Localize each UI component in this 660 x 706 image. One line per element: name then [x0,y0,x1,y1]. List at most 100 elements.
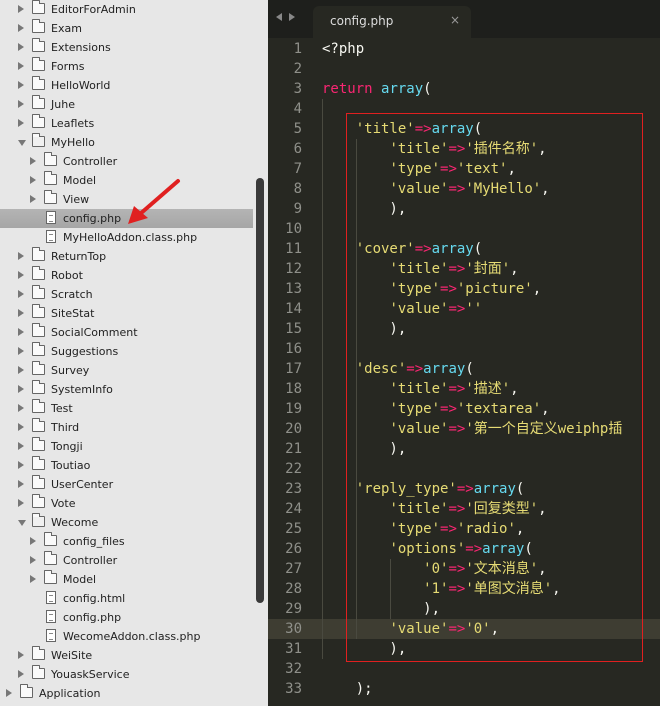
disclosure-closed-icon[interactable] [18,366,24,374]
disclosure-closed-icon[interactable] [18,651,24,659]
tree-folder-item[interactable]: Leaflets [0,114,253,133]
code-line[interactable]: 'type'=>'picture', [322,279,541,299]
tree-folder-item[interactable]: Vote [0,494,253,513]
tree-folder-item[interactable]: Suggestions [0,342,253,361]
disclosure-closed-icon[interactable] [18,328,24,336]
disclosure-closed-icon[interactable] [18,62,24,70]
tree-folder-item[interactable]: Scratch [0,285,253,304]
tree-folder-item[interactable]: SiteStat [0,304,253,323]
tree-folder-item[interactable]: ReturnTop [0,247,253,266]
code-line[interactable]: 'type'=>'radio', [322,519,524,539]
disclosure-closed-icon[interactable] [18,290,24,298]
tree-folder-item[interactable]: Toutiao [0,456,253,475]
tab-nav-right-icon[interactable] [289,13,295,21]
code-line[interactable]: 'title'=>'回复类型', [322,499,546,519]
tree-folder-item[interactable]: Wecome [0,513,253,532]
code-line[interactable]: '1'=>'单图文消息', [322,579,560,599]
tree-folder-item[interactable]: SocialComment [0,323,253,342]
disclosure-closed-icon[interactable] [30,556,36,564]
disclosure-closed-icon[interactable] [18,442,24,450]
tree-folder-item[interactable]: MyHello [0,133,253,152]
disclosure-closed-icon[interactable] [30,195,36,203]
disclosure-closed-icon[interactable] [18,271,24,279]
code-line[interactable]: 'title'=>'封面', [322,259,518,279]
tab-config-php[interactable]: config.php × [313,6,471,38]
disclosure-closed-icon[interactable] [18,81,24,89]
tree-folder-item[interactable]: Robot [0,266,253,285]
tree-folder-item[interactable]: HelloWorld [0,76,253,95]
code-line[interactable]: 'title'=>'插件名称', [322,139,546,159]
disclosure-open-icon[interactable] [18,140,26,146]
code-line[interactable]: 'reply_type'=>array( [322,479,525,499]
disclosure-closed-icon[interactable] [18,480,24,488]
disclosure-closed-icon[interactable] [30,575,36,583]
tree-folder-item[interactable]: EditorForAdmin [0,0,253,19]
code-line[interactable]: ), [322,199,406,219]
tree-folder-item[interactable]: YouaskService [0,665,253,684]
code-line[interactable]: 'value'=>'0', [322,619,499,639]
sidebar-scrollbar-thumb[interactable] [256,178,264,603]
code-line[interactable]: return array( [322,79,432,99]
tree-folder-item[interactable]: Exam [0,19,253,38]
code-line[interactable]: 'value'=>'第一个自定义weiphp插 [322,419,622,439]
tree-folder-item[interactable]: Controller [0,551,253,570]
disclosure-closed-icon[interactable] [18,347,24,355]
disclosure-closed-icon[interactable] [18,43,24,51]
tree-folder-item[interactable]: Juhe [0,95,253,114]
code-line[interactable]: 'desc'=>array( [322,359,474,379]
disclosure-closed-icon[interactable] [18,100,24,108]
disclosure-closed-icon[interactable] [30,157,36,165]
disclosure-closed-icon[interactable] [18,461,24,469]
code-line[interactable]: ), [322,439,406,459]
tree-item-label: config.html [63,592,126,605]
code-line[interactable]: 'type'=>'text', [322,159,515,179]
tree-file-item[interactable]: config.html [0,589,253,608]
disclosure-closed-icon[interactable] [18,499,24,507]
code-line[interactable]: 'value'=>'MyHello', [322,179,549,199]
disclosure-closed-icon[interactable] [18,309,24,317]
tree-folder-item[interactable]: Controller [0,152,253,171]
tree-file-item[interactable]: WecomeAddon.class.php [0,627,253,646]
code-line[interactable]: ), [322,599,440,619]
tree-folder-item[interactable]: Test [0,399,253,418]
disclosure-closed-icon[interactable] [18,385,24,393]
disclosure-closed-icon[interactable] [18,119,24,127]
tree-folder-item[interactable]: SystemInfo [0,380,253,399]
code-line[interactable]: 'options'=>array( [322,539,532,559]
tree-file-item[interactable]: config.php [0,608,253,627]
tree-folder-item[interactable]: Extensions [0,38,253,57]
tab-close-icon[interactable]: × [450,13,460,27]
tree-folder-item[interactable]: Third [0,418,253,437]
tree-folder-item[interactable]: Application [0,684,253,703]
tree-folder-item[interactable]: config_files [0,532,253,551]
tab-nav-left-icon[interactable] [276,13,282,21]
tree-folder-item[interactable]: Forms [0,57,253,76]
disclosure-closed-icon[interactable] [6,689,12,697]
code-line[interactable]: <?php [322,39,364,59]
disclosure-closed-icon[interactable] [18,423,24,431]
disclosure-closed-icon[interactable] [18,252,24,260]
code-line[interactable]: 'type'=>'textarea', [322,399,549,419]
tree-file-item[interactable]: MyHelloAddon.class.php [0,228,253,247]
tree-folder-item[interactable]: Model [0,570,253,589]
disclosure-closed-icon[interactable] [30,537,36,545]
code-line[interactable]: '0'=>'文本消息', [322,559,546,579]
code-line[interactable]: ); [322,679,373,699]
tree-folder-item[interactable]: WeiSite [0,646,253,665]
code-line[interactable]: 'value'=>'' [322,299,482,319]
code-line[interactable]: 'title'=>array( [322,119,482,139]
disclosure-closed-icon[interactable] [30,176,36,184]
tree-folder-item[interactable]: UserCenter [0,475,253,494]
tree-folder-item[interactable]: Tongji [0,437,253,456]
code-line[interactable]: 'title'=>'描述', [322,379,518,399]
disclosure-open-icon[interactable] [18,520,26,526]
code-line[interactable]: ), [322,319,406,339]
disclosure-closed-icon[interactable] [18,5,24,13]
code-line[interactable]: 'cover'=>array( [322,239,482,259]
code-editor[interactable]: 1 <?php 2 3 return array(4 5 'title'=>array(6… [268,38,660,706]
tree-folder-item[interactable]: Survey [0,361,253,380]
code-line[interactable]: ), [322,639,406,659]
disclosure-closed-icon[interactable] [18,404,24,412]
disclosure-closed-icon[interactable] [18,24,24,32]
disclosure-closed-icon[interactable] [18,670,24,678]
